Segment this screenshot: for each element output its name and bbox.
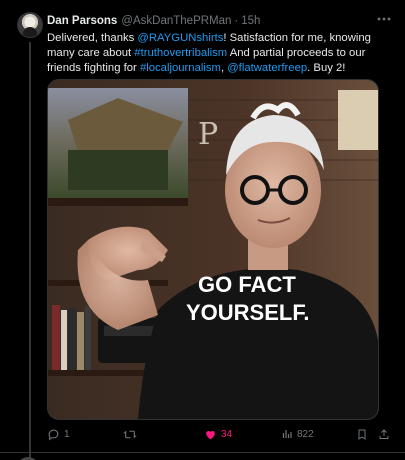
timestamp[interactable]: 15h — [241, 15, 260, 27]
tweet-text-link[interactable]: #truthovertribalism — [134, 47, 227, 59]
bookmark-icon — [358, 429, 366, 440]
view-count: 822 — [297, 428, 314, 440]
reply-icon — [48, 429, 59, 440]
tweet-actions-bar: 1 34 822 — [47, 426, 390, 442]
share-icon — [379, 428, 389, 439]
tweet-text-link[interactable]: @flatwaterfreep — [227, 62, 307, 74]
bookmark-button[interactable] — [356, 426, 368, 442]
views-icon — [282, 430, 292, 438]
header-separator: · — [234, 15, 239, 27]
like-button[interactable]: 34 — [204, 426, 232, 442]
retweet-icon — [123, 430, 137, 438]
thread-connector-line — [29, 42, 31, 460]
tweet-photo[interactable]: P GO FACT YOURSELF. — [47, 79, 379, 420]
tweet-text-segment: . Buy 2! — [307, 62, 346, 74]
views-button[interactable]: 822 — [281, 426, 314, 442]
retweet-button[interactable] — [123, 426, 141, 442]
svg-text:P: P — [198, 117, 218, 152]
shirt-text-line1: GO FACT — [198, 272, 296, 297]
heart-icon — [206, 430, 215, 439]
author-name[interactable]: Dan Parsons — [47, 15, 117, 27]
tweet-text-link[interactable]: @RAYGUNshirts — [137, 32, 223, 44]
next-tweet-peek — [0, 452, 405, 460]
share-button[interactable] — [378, 426, 390, 442]
tweet-thread-view: Dan Parsons @AskDanThePRMan · 15h Delive… — [0, 0, 405, 460]
more-options-icon[interactable] — [376, 12, 392, 26]
shirt-text-line2: YOURSELF. — [186, 300, 309, 325]
avatar[interactable] — [17, 12, 43, 38]
reply-count: 1 — [64, 428, 70, 440]
author-handle[interactable]: @AskDanThePRMan — [121, 15, 231, 27]
reply-button[interactable]: 1 — [47, 426, 70, 442]
photo-illustration: P GO FACT YOURSELF. — [48, 80, 378, 419]
tweet-text: Delivered, thanks @RAYGUNshirts! Satisfa… — [47, 31, 382, 76]
like-count: 34 — [221, 428, 233, 440]
tweet-text-segment: Delivered, thanks — [47, 32, 138, 44]
tweet-header: Dan Parsons @AskDanThePRMan · 15h — [47, 13, 260, 29]
tweet-text-link[interactable]: #localjournalism — [140, 62, 221, 74]
